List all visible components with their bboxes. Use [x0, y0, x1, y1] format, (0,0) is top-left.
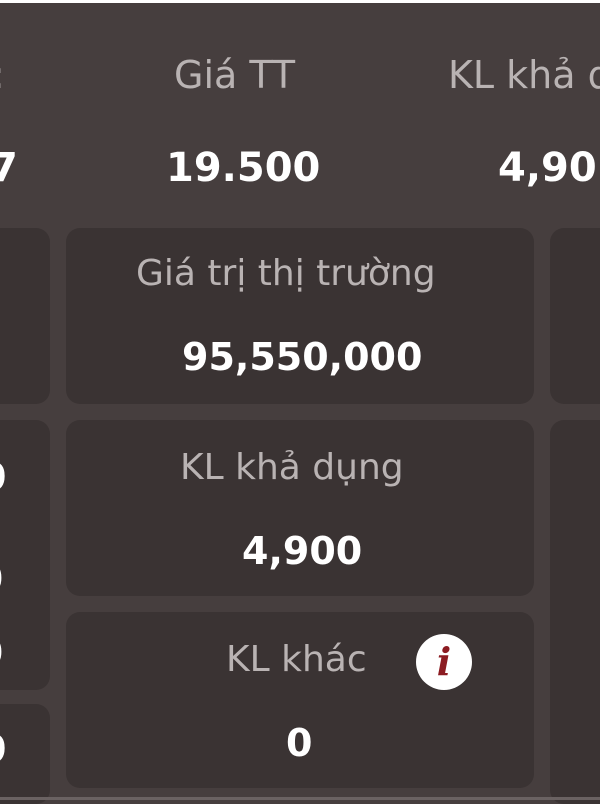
left-card-middle-value: 0: [0, 458, 6, 496]
available-qty-card[interactable]: KL khả dụng 4,900: [66, 420, 534, 596]
market-value-label: Giá trị thị trường: [136, 253, 436, 294]
left-card-bottom[interactable]: 0: [0, 704, 50, 804]
other-qty-value: 0: [286, 721, 313, 765]
left-header-value-fragment: 7: [0, 145, 18, 191]
info-icon-glyph: i: [436, 639, 452, 684]
available-qty-value: 4,900: [242, 529, 363, 573]
other-qty-label: KL khác: [226, 639, 367, 680]
market-price-label: Giá TT: [174, 53, 296, 97]
available-qty-header-value: 4,90: [498, 145, 597, 191]
available-qty-label: KL khả dụng: [180, 447, 404, 488]
left-card-middle-sub2: 0: [0, 636, 4, 670]
market-price-value: 19.500: [166, 145, 321, 191]
left-card-bottom-value: 0: [0, 730, 6, 768]
right-card-top[interactable]: [550, 228, 600, 404]
other-qty-card[interactable]: KL khác i 0: [66, 612, 534, 788]
left-card-middle[interactable]: 0 0 0: [0, 420, 50, 690]
market-value-amount: 95,550,000: [182, 335, 423, 379]
left-card-top[interactable]: [0, 228, 50, 404]
top-border: [0, 0, 600, 3]
info-icon[interactable]: i: [416, 634, 472, 690]
left-header-fragment: :: [0, 56, 5, 94]
left-card-middle-sub1: 0: [0, 562, 4, 596]
right-card-bottom[interactable]: [550, 420, 600, 804]
market-value-card[interactable]: Giá trị thị trường 95,550,000: [66, 228, 534, 404]
available-qty-header-label: KL khả d: [448, 53, 600, 97]
